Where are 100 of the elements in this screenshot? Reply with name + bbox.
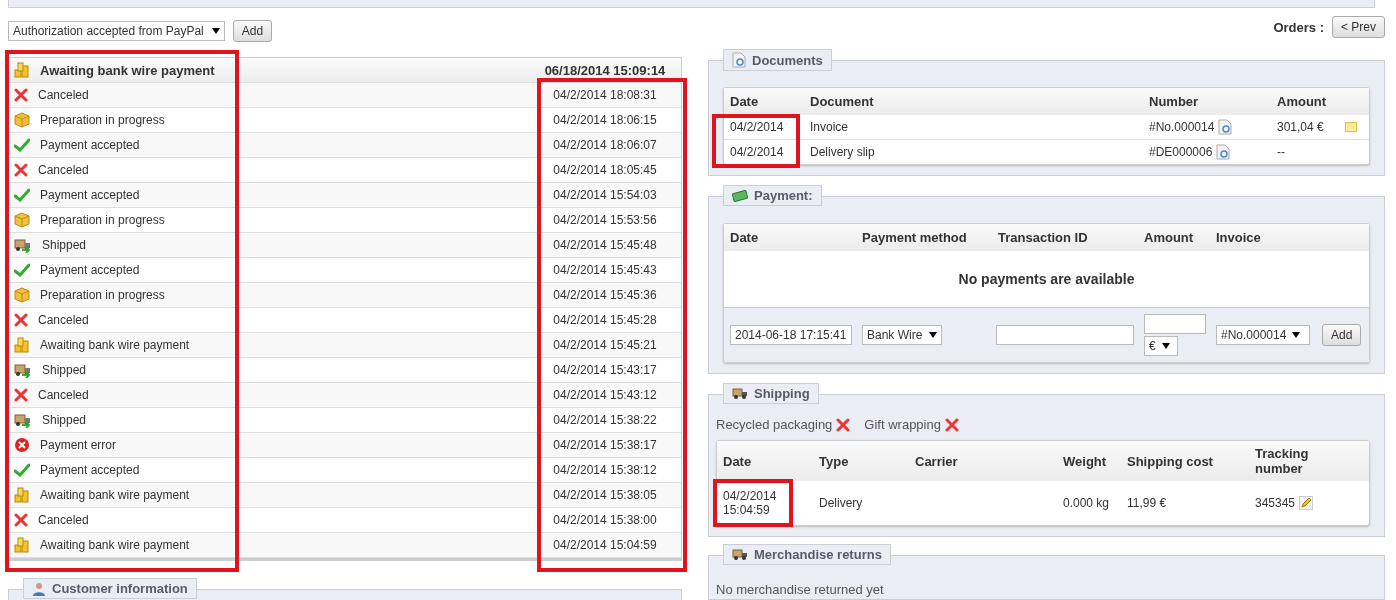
column-header: Date bbox=[717, 441, 813, 481]
column-header: Tracking number bbox=[1249, 441, 1369, 481]
panel-title: Merchandise returns bbox=[723, 544, 891, 565]
check-icon bbox=[14, 188, 30, 202]
panel-title: Payment: bbox=[723, 185, 822, 206]
column-header: Amount bbox=[1271, 88, 1369, 115]
status-select[interactable]: Authorization accepted from PayPal bbox=[8, 21, 225, 41]
status-label: Shipped bbox=[42, 363, 87, 377]
panel-title: Shipping bbox=[723, 383, 819, 404]
banknote-icon bbox=[732, 189, 748, 202]
status-date: 04/2/2014 15:53:56 bbox=[552, 213, 658, 227]
column-header: Shipping cost bbox=[1121, 441, 1249, 481]
status-label: Preparation in progress bbox=[40, 288, 165, 302]
box-icon bbox=[14, 212, 30, 228]
document-search-icon bbox=[732, 52, 746, 68]
caret-icon bbox=[1292, 332, 1301, 338]
coins-icon bbox=[14, 487, 30, 503]
status-label: Payment accepted bbox=[40, 138, 140, 152]
status-label: Canceled bbox=[38, 313, 89, 327]
table-cell: 04/2/2014 bbox=[730, 145, 784, 159]
empty-message: No merchandise returned yet bbox=[716, 582, 884, 597]
option-label: Gift wrapping bbox=[864, 417, 941, 432]
method-select[interactable]: Bank Wire bbox=[862, 325, 942, 345]
truck-icon bbox=[732, 387, 748, 400]
status-label: Shipped bbox=[42, 238, 87, 252]
status-date: 04/2/2014 15:54:03 bbox=[552, 188, 658, 202]
truck-icon bbox=[14, 362, 32, 378]
table-cell: 345345 bbox=[1255, 496, 1296, 510]
status-date: 04/2/2014 15:45:48 bbox=[552, 238, 658, 252]
status-date: 04/2/2014 15:38:12 bbox=[552, 463, 658, 477]
status-label: Awaiting bank wire payment bbox=[40, 538, 190, 552]
coins-icon bbox=[14, 537, 30, 553]
cross-icon bbox=[14, 313, 28, 327]
panel-title: Customer information bbox=[23, 578, 197, 599]
prev-button[interactable]: < Prev bbox=[1332, 16, 1385, 38]
panel-title: Documents bbox=[723, 49, 832, 71]
coins-icon bbox=[14, 337, 30, 353]
check-icon bbox=[14, 463, 30, 477]
caret-icon bbox=[211, 28, 220, 34]
table-cell: 0.000 kg bbox=[1063, 496, 1110, 510]
table-cell: Delivery slip bbox=[810, 145, 875, 159]
status-date: 04/2/2014 15:45:36 bbox=[552, 288, 658, 302]
error-icon bbox=[14, 437, 30, 453]
truck-icon bbox=[14, 412, 32, 428]
cross-icon bbox=[14, 163, 28, 177]
status-date: 04/2/2014 15:43:12 bbox=[552, 388, 658, 402]
caret-icon bbox=[929, 332, 937, 338]
add-button[interactable]: Add bbox=[1322, 324, 1362, 346]
status-date: 04/2/2014 15:45:28 bbox=[552, 313, 658, 327]
status-date: 04/2/2014 15:45:21 bbox=[552, 338, 658, 352]
table-cell-text: 04/2/2014 15:04:59 bbox=[723, 489, 778, 517]
cross-icon bbox=[14, 513, 28, 527]
cross-icon bbox=[14, 388, 28, 402]
person-icon bbox=[32, 581, 46, 596]
box-icon bbox=[14, 287, 30, 303]
check-icon bbox=[14, 263, 30, 277]
status-date: 06/18/2014 15:09:14 bbox=[543, 62, 667, 78]
status-label: Awaiting bank wire payment bbox=[40, 62, 215, 78]
status-label: Canceled bbox=[38, 388, 89, 402]
column-header: Date bbox=[724, 88, 804, 115]
table-cell: 301,04 € bbox=[1277, 120, 1324, 134]
status-date: 04/2/2014 18:06:15 bbox=[552, 113, 658, 127]
table-cell: #DE000006 bbox=[1149, 145, 1213, 159]
column-header: Amount bbox=[1138, 224, 1210, 251]
status-label: Preparation in progress bbox=[40, 213, 165, 227]
status-date: 04/2/2014 15:38:22 bbox=[552, 413, 658, 427]
transaction-field[interactable] bbox=[996, 325, 1134, 345]
invoice-select[interactable]: #No.000014 bbox=[1216, 325, 1310, 345]
truck-icon bbox=[14, 237, 32, 253]
table-cell: #No.000014 bbox=[1149, 120, 1215, 134]
status-label: Awaiting bank wire payment bbox=[40, 488, 190, 502]
date-field[interactable]: 2014-06-18 17:15:41 bbox=[730, 325, 852, 345]
status-date: 04/2/2014 18:05:45 bbox=[552, 163, 658, 177]
amount-field[interactable] bbox=[1144, 314, 1206, 334]
caret-icon bbox=[1161, 343, 1170, 349]
truck-icon bbox=[732, 548, 748, 561]
document-search-icon bbox=[1218, 119, 1233, 135]
table-cell: -- bbox=[1277, 145, 1285, 159]
column-header: Date bbox=[724, 224, 856, 251]
status-label: Canceled bbox=[38, 513, 89, 527]
table-cell: 11,99 € bbox=[1127, 496, 1167, 510]
column-header: Weight bbox=[1057, 441, 1121, 481]
orders-label: Orders : bbox=[1273, 19, 1324, 35]
status-label: Payment accepted bbox=[40, 463, 140, 477]
status-date: 04/2/2014 15:38:00 bbox=[552, 513, 658, 527]
coins-icon bbox=[14, 62, 30, 78]
status-date: 04/2/2014 15:04:59 bbox=[552, 538, 658, 552]
column-header: Payment method bbox=[856, 224, 992, 251]
status-label: Payment accepted bbox=[40, 188, 140, 202]
column-header: Document bbox=[804, 88, 1143, 115]
currency-select[interactable]: € bbox=[1144, 336, 1178, 356]
add-button[interactable]: Add bbox=[232, 20, 273, 42]
pencil-icon[interactable] bbox=[1299, 496, 1314, 510]
status-date: 04/2/2014 15:45:43 bbox=[552, 263, 658, 277]
status-label: Canceled bbox=[38, 88, 89, 102]
status-label: Canceled bbox=[38, 163, 89, 177]
table-cell: 04/2/2014 bbox=[730, 120, 784, 134]
status-date: 04/2/2014 18:08:31 bbox=[552, 88, 658, 102]
column-header: Transaction ID bbox=[992, 224, 1138, 251]
status-date: 04/2/2014 18:06:07 bbox=[552, 138, 658, 152]
